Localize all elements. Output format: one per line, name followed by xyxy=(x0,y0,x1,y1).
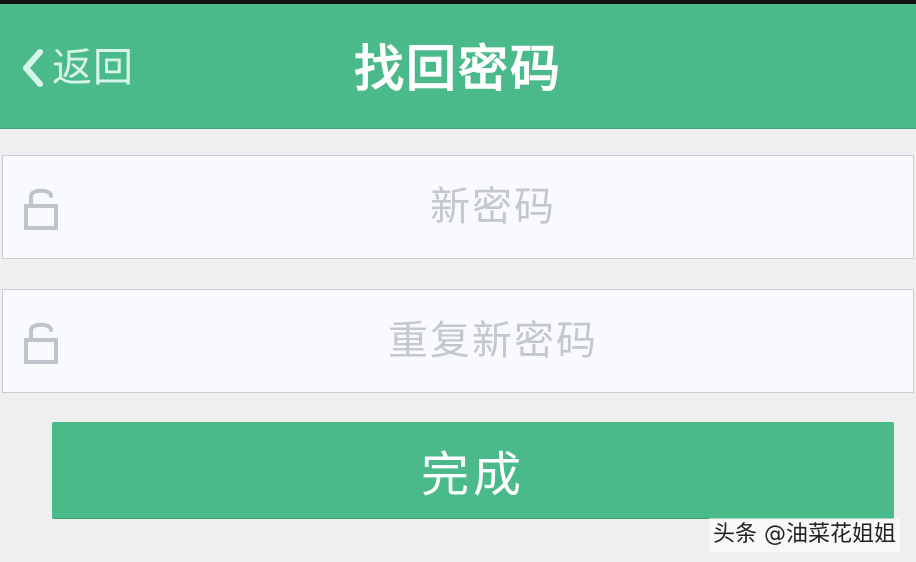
new-password-field[interactable] xyxy=(2,155,914,259)
navigation-bar: 返回 找回密码 xyxy=(0,4,916,129)
confirm-password-input[interactable] xyxy=(83,290,903,392)
confirm-password-field[interactable] xyxy=(2,289,914,393)
find-password-screen: 返回 找回密码 完成 头条 @油菜花姐姐 xyxy=(0,0,916,562)
lock-icon xyxy=(24,188,58,230)
lock-icon xyxy=(24,322,58,364)
new-password-input[interactable] xyxy=(83,156,903,258)
done-button[interactable]: 完成 xyxy=(52,422,894,518)
watermark-text: 头条 @油菜花姐姐 xyxy=(709,518,900,552)
page-title: 找回密码 xyxy=(354,40,562,98)
